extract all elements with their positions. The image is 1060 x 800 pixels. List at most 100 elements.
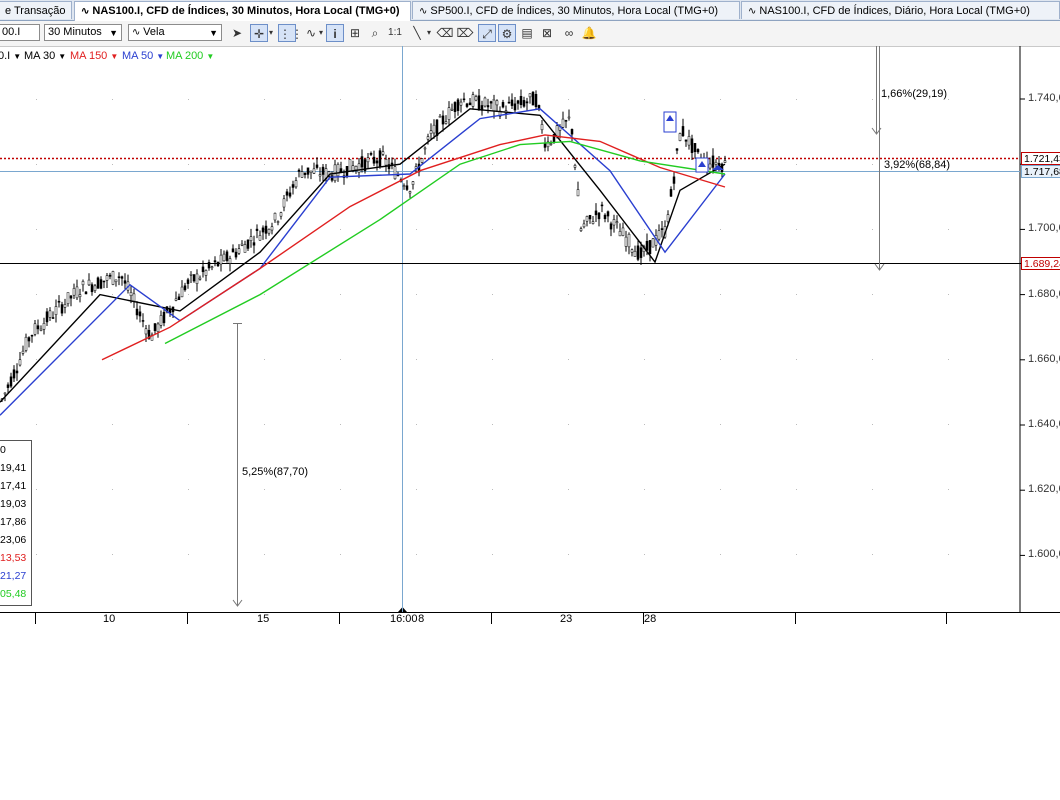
info-icon[interactable]: i <box>326 24 344 42</box>
tab-nas100-30min-label: NAS100.I, CFD de Índices, 30 Minutos, Ho… <box>92 5 400 17</box>
grid-dot <box>796 99 797 100</box>
candle-body <box>147 330 151 339</box>
candle-body <box>291 184 295 188</box>
price-chart[interactable] <box>0 0 1060 800</box>
candle-body <box>414 166 418 169</box>
properties-icon[interactable]: ⊞ <box>346 24 364 42</box>
grid-dot <box>568 554 569 555</box>
grid-dot <box>188 554 189 555</box>
candle-body <box>309 170 313 173</box>
candle-body <box>60 304 64 314</box>
candle-body <box>162 311 166 324</box>
grid-dot <box>36 294 37 295</box>
template-icon[interactable]: ▤ <box>518 24 536 42</box>
candle-body <box>534 93 538 107</box>
grid-dot <box>644 164 645 165</box>
candle-body <box>45 311 49 323</box>
chart-style-select[interactable]: ∿ Vela ▼ <box>128 24 222 41</box>
candle-body <box>330 175 334 181</box>
candle-body <box>348 159 352 172</box>
candle-body <box>258 235 262 241</box>
candle-body <box>312 168 316 174</box>
candle-body <box>240 243 244 246</box>
tab-nas100-30min[interactable]: ∿ NAS100.I, CFD de Índices, 30 Minutos, H… <box>74 1 411 21</box>
indicator-ma150-label[interactable]: MA 150 ▼ <box>70 50 118 62</box>
snap-icon[interactable]: ⚙ <box>498 24 516 42</box>
indicator-ma50-label[interactable]: MA 50 ▼ <box>122 50 164 62</box>
indicator-ma30-text: MA 30 <box>24 50 56 62</box>
eraser-all-icon[interactable]: ⌦ <box>456 24 474 42</box>
export-icon[interactable]: ⊠ <box>538 24 556 42</box>
chart-wave-icon: ∿ <box>748 6 757 17</box>
candle-body <box>435 119 439 137</box>
candle-body <box>642 246 646 253</box>
candle-body <box>234 251 238 258</box>
candle-body <box>27 337 31 342</box>
grid-dot <box>340 554 341 555</box>
chevron-down-icon[interactable]: ▾ <box>316 24 326 42</box>
grid-dot <box>36 489 37 490</box>
timeframe-select[interactable]: 30 Minutos ▼ <box>44 24 122 41</box>
candle-body <box>252 242 256 246</box>
grid-dot <box>948 359 949 360</box>
candle-body <box>411 181 415 185</box>
candle-body <box>153 323 157 332</box>
candle-body <box>393 166 397 180</box>
candle-body <box>231 248 235 253</box>
indicator-ma200-label[interactable]: MA 200 ▼ <box>166 50 214 62</box>
grid-dot <box>568 294 569 295</box>
grid-icon[interactable]: ⋮⋮ <box>278 24 303 42</box>
candle-body <box>603 214 607 220</box>
symbol-field[interactable]: 00.I <box>0 24 40 41</box>
candle-body <box>696 149 700 153</box>
tab-transaction[interactable]: e Transação <box>0 1 72 19</box>
candle-body <box>423 147 427 150</box>
chevron-down-icon[interactable]: ▾ <box>266 24 276 42</box>
moving-average-line <box>164 140 726 345</box>
candle-body <box>561 118 565 128</box>
candle-body <box>15 370 19 374</box>
magnet-icon[interactable]: ⤢ <box>478 24 496 42</box>
data-window-value: 17,41 <box>0 480 27 492</box>
grid-dot <box>644 229 645 230</box>
link-icon[interactable]: ∞ <box>560 24 578 42</box>
candle-body <box>687 136 691 146</box>
trade-marker-icon <box>663 111 677 133</box>
chart-dot-grid <box>36 99 949 555</box>
grid-dot <box>36 359 37 360</box>
alert-bell-icon[interactable]: 🔔 <box>580 24 598 42</box>
candle-body <box>582 223 586 228</box>
grid-dot <box>416 554 417 555</box>
grid-dot <box>188 99 189 100</box>
cursor-icon[interactable]: ➤ <box>228 24 246 42</box>
indicator-ma30-label[interactable]: MA 30 ▼ <box>24 50 66 62</box>
grid-dot <box>872 99 873 100</box>
candle-body <box>507 101 511 104</box>
level-price-tag: 1.689,24 <box>1021 257 1060 270</box>
grid-dot <box>872 294 873 295</box>
candle-body <box>579 228 583 232</box>
grid-dot <box>492 294 493 295</box>
tab-nas100-daily[interactable]: ∿ NAS100.I, CFD de Índices, Diário, Hora … <box>741 1 1060 19</box>
candle-body <box>171 306 175 313</box>
grid-dot <box>340 99 341 100</box>
candle-body <box>129 292 133 296</box>
candle-body <box>105 275 109 281</box>
grid-dot <box>188 359 189 360</box>
candle-body <box>609 223 613 230</box>
zoom-icon[interactable]: ⌕ <box>366 24 384 42</box>
candle-body <box>261 227 265 233</box>
grid-dot <box>188 294 189 295</box>
moving-average-series <box>0 108 726 416</box>
tab-sp500-30min[interactable]: ∿ SP500.I, CFD de Índices, 30 Minutos, Ho… <box>412 1 740 19</box>
actual-size-icon[interactable]: 1:1 <box>386 24 404 42</box>
candle-body <box>702 158 706 166</box>
price-tick-label: 1.680,0 <box>1028 287 1060 300</box>
chart-style-value: Vela <box>143 26 165 38</box>
grid-dot <box>112 164 113 165</box>
chevron-down-icon[interactable]: ▾ <box>424 24 434 42</box>
indicator-symbol-label[interactable]: 0.I ▼ <box>0 50 21 62</box>
candle-body <box>333 164 337 182</box>
candle-body <box>489 101 493 104</box>
eraser-icon[interactable]: ⌫ <box>436 24 454 42</box>
